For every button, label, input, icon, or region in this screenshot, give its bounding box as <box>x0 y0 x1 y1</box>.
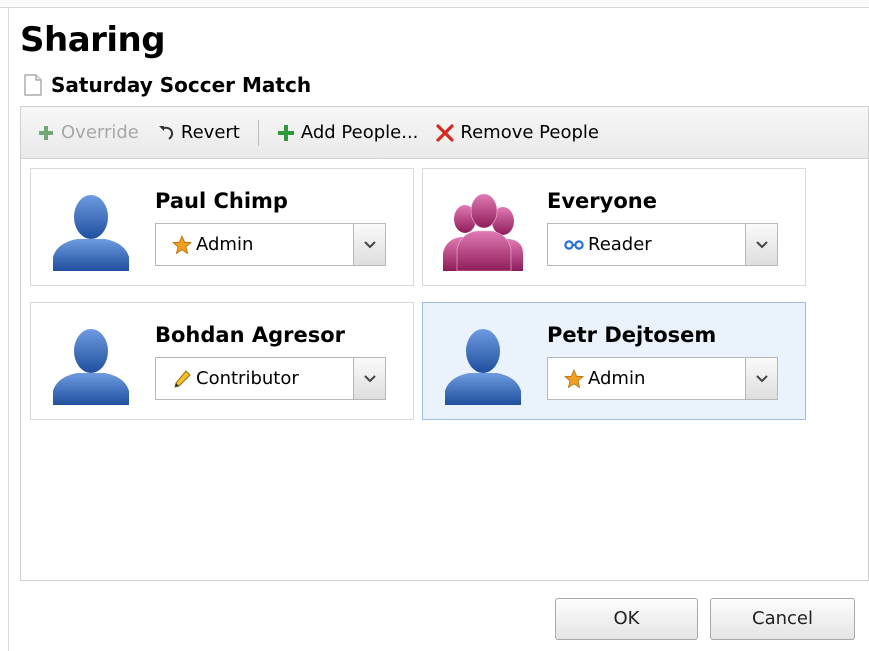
dropdown-arrow-button[interactable] <box>353 358 385 399</box>
dropdown-arrow-button[interactable] <box>745 358 777 399</box>
override-label: Override <box>61 122 139 143</box>
add-icon <box>277 124 294 141</box>
person-card-bohdan-agresor[interactable]: Bohdan Agresor Contributor <box>30 302 414 420</box>
window-left-edge <box>8 8 9 651</box>
star-icon <box>564 368 584 388</box>
toolbar: Override Revert Add People... Remove Peo… <box>21 107 868 159</box>
role-dropdown[interactable]: Reader <box>547 223 778 266</box>
document-name: Saturday Soccer Match <box>51 73 312 97</box>
user-icon <box>53 329 129 405</box>
dialog-title: Sharing <box>20 20 166 60</box>
override-button[interactable]: Override <box>37 122 139 143</box>
role-label: Contributor <box>196 368 299 389</box>
role-dropdown[interactable]: Admin <box>155 223 386 266</box>
person-card-paul-chimp[interactable]: Paul Chimp Admin <box>30 168 414 286</box>
role-dropdown[interactable]: Contributor <box>155 357 386 400</box>
role-value: Contributor <box>156 358 353 399</box>
sharing-panel: Override Revert Add People... Remove Peo… <box>20 106 869 581</box>
user-icon <box>53 195 129 271</box>
plus-icon <box>39 125 53 140</box>
role-value: Reader <box>548 224 745 265</box>
ok-button[interactable]: OK <box>555 598 698 640</box>
group-icon <box>443 193 523 271</box>
document-icon <box>24 74 42 96</box>
person-card-petr-dejtosem[interactable]: Petr Dejtosem Admin <box>422 302 806 420</box>
revert-label: Revert <box>180 122 240 143</box>
role-label: Admin <box>196 234 254 255</box>
window-top-edge <box>0 0 869 8</box>
person-name: Petr Dejtosem <box>547 323 717 347</box>
person-name: Everyone <box>547 189 657 213</box>
add-people-label: Add People... <box>300 122 419 143</box>
revert-button[interactable]: Revert <box>157 122 240 143</box>
role-value: Admin <box>156 224 353 265</box>
add-people-button[interactable]: Add People... <box>277 122 419 143</box>
dropdown-arrow-button[interactable] <box>745 224 777 265</box>
pencil-icon <box>174 369 191 388</box>
chevron-down-icon <box>363 374 376 382</box>
role-label: Admin <box>588 368 646 389</box>
remove-icon <box>436 123 455 142</box>
star-icon <box>172 234 192 254</box>
document-row: Saturday Soccer Match <box>24 72 311 98</box>
chevron-down-icon <box>755 240 768 248</box>
user-icon <box>445 329 521 405</box>
remove-people-button[interactable]: Remove People <box>436 122 599 143</box>
person-name: Bohdan Agresor <box>155 323 346 347</box>
glasses-icon <box>564 239 584 250</box>
person-name: Paul Chimp <box>155 189 288 213</box>
role-label: Reader <box>588 234 652 255</box>
chevron-down-icon <box>363 240 376 248</box>
cancel-button[interactable]: Cancel <box>710 598 855 640</box>
dropdown-arrow-button[interactable] <box>353 224 385 265</box>
remove-people-label: Remove People <box>460 122 599 143</box>
toolbar-separator <box>257 119 259 146</box>
role-value: Admin <box>548 358 745 399</box>
role-dropdown[interactable]: Admin <box>547 357 778 400</box>
chevron-down-icon <box>755 374 768 382</box>
undo-icon <box>158 125 174 140</box>
person-card-everyone[interactable]: Everyone Reader <box>422 168 806 286</box>
